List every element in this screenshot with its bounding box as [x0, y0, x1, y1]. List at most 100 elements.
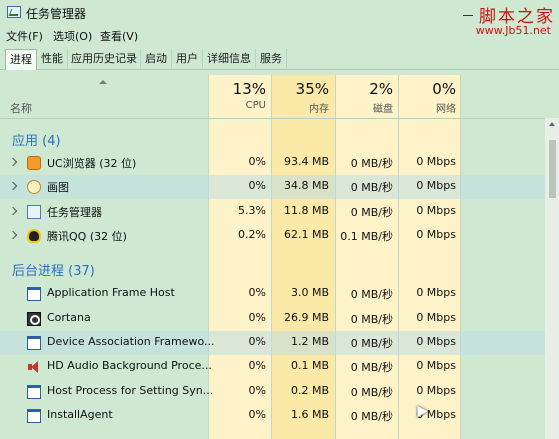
process-row[interactable]: Device Association Framewo... 0% 1.2 MB …: [0, 331, 545, 355]
header-cpu[interactable]: CPU: [208, 100, 266, 111]
group-apps-title[interactable]: 应用 (4): [12, 130, 61, 149]
tab-details[interactable]: 详细信息: [203, 49, 256, 68]
task-manager-icon: [7, 6, 21, 18]
cpu-value: 0%: [248, 335, 266, 348]
process-row[interactable]: 画图 0% 34.8 MB 0 MB/秒 0 Mbps: [0, 175, 545, 199]
menu-file[interactable]: 文件(F): [6, 28, 43, 44]
cortana-icon: [27, 312, 41, 326]
network-value: 0 Mbps: [416, 155, 456, 168]
disk-value: 0 MB/秒: [350, 337, 393, 350]
tab-app-history[interactable]: 应用历史记录: [68, 49, 141, 68]
memory-value: 3.0 MB: [290, 286, 329, 299]
cpu-value: 0%: [248, 408, 266, 421]
window-icon: [27, 409, 41, 423]
process-name: 画图: [47, 181, 69, 194]
cpu-value: 0%: [248, 286, 266, 299]
tab-startup[interactable]: 启动: [141, 49, 172, 68]
cpu-value: 0%: [248, 155, 266, 168]
header-disk[interactable]: 磁盘: [335, 100, 393, 115]
header-memory[interactable]: 内存: [271, 100, 329, 115]
scroll-up-icon[interactable]: [549, 122, 555, 126]
uc-browser-icon: [27, 156, 41, 170]
cpu-value: 0%: [248, 359, 266, 372]
speaker-icon: [27, 360, 41, 374]
memory-value: 0.1 MB: [290, 359, 329, 372]
network-value: 0 Mbps: [416, 204, 456, 217]
cpu-value: 0%: [248, 311, 266, 324]
memory-value: 34.8 MB: [283, 179, 329, 192]
disk-value: 0 MB/秒: [350, 288, 393, 301]
process-row[interactable]: Cortana 0% 26.9 MB 0 MB/秒 0 Mbps: [0, 307, 545, 331]
header-disk-percent[interactable]: 2%: [335, 80, 393, 98]
process-row[interactable]: Host Process for Setting Syn... 0% 0.2 M…: [0, 380, 545, 404]
memory-value: 93.4 MB: [283, 155, 329, 168]
disk-value: 0 MB/秒: [350, 157, 393, 170]
memory-value: 62.1 MB: [283, 228, 329, 241]
disk-value: 0 MB/秒: [350, 181, 393, 194]
process-name: Host Process for Setting Syn...: [47, 384, 214, 397]
tab-processes[interactable]: 进程: [5, 49, 37, 70]
memory-value: 26.9 MB: [283, 311, 329, 324]
process-name: 任务管理器: [47, 206, 102, 219]
memory-value: 1.2 MB: [290, 335, 329, 348]
window-icon: [27, 385, 41, 399]
header-cpu-percent[interactable]: 13%: [208, 80, 266, 98]
network-value: 0 Mbps: [416, 359, 456, 372]
process-name: Device Association Framewo...: [47, 335, 215, 348]
process-name: 腾讯QQ (32 位): [47, 230, 127, 243]
disk-value: 0.1 MB/秒: [340, 230, 393, 243]
window-icon: [27, 287, 41, 301]
qq-icon: [27, 229, 41, 243]
memory-value: 1.6 MB: [290, 408, 329, 421]
chevron-right-icon[interactable]: [8, 181, 18, 191]
disk-value: 0 MB/秒: [350, 206, 393, 219]
process-row[interactable]: InstallAgent 0% 1.6 MB 0 MB/秒 0 Mbps: [0, 404, 545, 428]
tab-services[interactable]: 服务: [256, 49, 287, 68]
network-value: 0 Mbps: [416, 286, 456, 299]
network-value: 0 Mbps: [416, 228, 456, 241]
process-row[interactable]: 任务管理器 5.3% 11.8 MB 0 MB/秒 0 Mbps: [0, 200, 545, 224]
disk-value: 0 MB/秒: [350, 313, 393, 326]
cpu-value: 0%: [248, 384, 266, 397]
task-manager-icon: [27, 205, 41, 219]
network-value: 0 Mbps: [416, 335, 456, 348]
chevron-right-icon[interactable]: [8, 157, 18, 167]
cpu-value: 5.3%: [238, 204, 266, 217]
memory-value: 11.8 MB: [283, 204, 329, 217]
scrollbar-thumb[interactable]: [549, 140, 556, 198]
tab-performance[interactable]: 性能: [37, 49, 68, 68]
process-row[interactable]: UC浏览器 (32 位) 0% 93.4 MB 0 MB/秒 0 Mbps: [0, 151, 545, 175]
process-name: InstallAgent: [47, 408, 113, 421]
network-value: 0 Mbps: [416, 179, 456, 192]
process-row[interactable]: 腾讯QQ (32 位) 0.2% 62.1 MB 0.1 MB/秒 0 Mbps: [0, 224, 545, 248]
header-network[interactable]: 网络: [398, 100, 456, 115]
process-name: Cortana: [47, 311, 91, 324]
chevron-right-icon[interactable]: [8, 206, 18, 216]
process-row[interactable]: Application Frame Host 0% 3.0 MB 0 MB/秒 …: [0, 282, 545, 306]
disk-value: 0 MB/秒: [350, 361, 393, 374]
memory-value: 0.2 MB: [290, 384, 329, 397]
chevron-right-icon[interactable]: [8, 230, 18, 240]
tab-bar: 进程 性能 应用历史记录 启动 用户 详细信息 服务: [0, 49, 559, 70]
network-value: 0 Mbps: [416, 384, 456, 397]
disk-value: 0 MB/秒: [350, 386, 393, 399]
paint-icon: [27, 180, 41, 194]
menu-options[interactable]: 选项(O): [53, 28, 92, 44]
sort-up-icon[interactable]: [99, 80, 107, 84]
group-background-title[interactable]: 后台进程 (37): [12, 260, 95, 279]
process-name: Application Frame Host: [47, 286, 175, 299]
network-value: 0 Mbps: [416, 311, 456, 324]
process-name: HD Audio Background Proce...: [47, 359, 212, 372]
cpu-value: 0.2%: [238, 228, 266, 241]
watermark-url: www.Jb51.net: [475, 24, 551, 37]
header-network-percent[interactable]: 0%: [398, 80, 456, 98]
tab-users[interactable]: 用户: [172, 49, 203, 68]
watermark-logo: 脚本之家 www.Jb51.net: [457, 0, 555, 40]
process-name: UC浏览器 (32 位): [47, 157, 137, 170]
cpu-value: 0%: [248, 179, 266, 192]
header-memory-percent[interactable]: 35%: [271, 80, 329, 98]
menu-view[interactable]: 查看(V): [100, 28, 138, 44]
header-name[interactable]: 名称: [10, 100, 32, 116]
process-row[interactable]: HD Audio Background Proce... 0% 0.1 MB 0…: [0, 355, 545, 379]
window-title: 任务管理器: [26, 7, 87, 21]
